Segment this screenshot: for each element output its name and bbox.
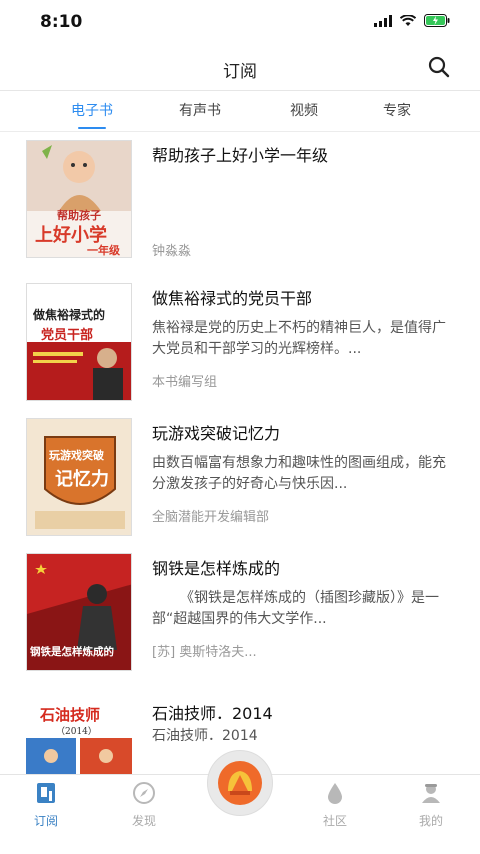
book-reader-icon xyxy=(37,783,55,803)
book-title: 做焦裕禄式的党员干部 xyxy=(152,289,313,308)
book-title: 石油技师．2014 xyxy=(152,704,273,723)
child-illustration xyxy=(27,141,131,211)
book-cover[interactable]: 帮助孩子 上好小学 一年级 xyxy=(26,140,132,258)
tab-ebook[interactable]: 电子书 xyxy=(52,100,132,129)
tab-label: 视频 xyxy=(290,103,318,119)
person-icon xyxy=(422,784,440,803)
tabbar-mine[interactable]: 我的 xyxy=(401,781,461,829)
book-desc: 由数百幅富有想象力和趣味性的图画组成，能充分激发孩子的好奇心与快乐因... xyxy=(152,455,446,492)
book-cover[interactable]: 石油技师 （2014） xyxy=(26,696,132,774)
tabbar-discover[interactable]: 发现 xyxy=(114,781,174,829)
cover-text: 玩游戏突破 xyxy=(49,449,104,462)
tab-label: 有声书 xyxy=(179,103,221,119)
cover-text: （2014） xyxy=(56,727,97,737)
book-desc: 《钢铁是怎样炼成的（插图珍藏版）》是一部“超越国界的伟大文学作... xyxy=(152,590,439,627)
signal-icon xyxy=(374,14,392,27)
cover-text: 做焦裕禄式的 xyxy=(33,308,106,322)
book-desc: 石油技师．2014 xyxy=(152,728,258,744)
tab-indicator xyxy=(78,127,106,129)
nav-bar: 订阅 xyxy=(0,44,480,91)
portrait-illustration xyxy=(27,342,131,400)
battery-icon xyxy=(424,14,450,27)
tabbar-label: 社区 xyxy=(322,814,347,828)
search-button[interactable] xyxy=(428,56,450,82)
book-cover[interactable]: 玩游戏突破 记忆力 xyxy=(26,418,132,536)
drop-icon xyxy=(328,783,342,804)
book-title: 钢铁是怎样炼成的 xyxy=(152,559,281,578)
book-cover[interactable]: 钢铁是怎样炼成的 xyxy=(26,553,132,671)
cover-text: 记忆力 xyxy=(55,469,109,490)
list-item[interactable]: 帮助孩子 上好小学 一年级 帮助孩子上好小学一年级 钟淼淼 xyxy=(0,132,480,267)
book-author: [苏] 奥斯特洛夫... xyxy=(152,645,257,660)
tab-bar: 电子书 有声书 视频 专家 xyxy=(0,91,480,132)
tab-label: 专家 xyxy=(383,103,411,119)
cover-text: 一年级 xyxy=(87,244,120,257)
tabbar-label: 发现 xyxy=(131,814,156,828)
book-title: 玩游戏突破记忆力 xyxy=(152,424,281,443)
tab-video[interactable]: 视频 xyxy=(264,100,344,120)
compass-icon xyxy=(133,782,155,804)
tabbar-label: 我的 xyxy=(418,814,443,828)
photo-collage xyxy=(26,738,132,774)
book-author: 全脑潜能开发编辑部 xyxy=(152,510,270,525)
status-icons xyxy=(374,14,450,27)
cover-text: 石油技师 xyxy=(40,706,101,724)
book-cover[interactable]: 做焦裕禄式的 党员干部 xyxy=(26,283,132,401)
book-author: 钟淼淼 xyxy=(152,244,192,259)
cover-text: 钢铁是怎样炼成的 xyxy=(30,646,114,658)
tab-expert[interactable]: 专家 xyxy=(357,100,437,120)
list-item[interactable]: 钢铁是怎样炼成的 钢铁是怎样炼成的 《钢铁是怎样炼成的（插图珍藏版）》是一部“超… xyxy=(0,545,480,680)
book-desc: 焦裕禄是党的历史上不朽的精神巨人，是值得广大党员和干部学习的光辉榜样。... xyxy=(152,320,446,357)
list-item[interactable]: 做焦裕禄式的 党员干部 做焦裕禄式的党员干部 焦裕禄是党的历史上不朽的精神巨人，… xyxy=(0,275,480,410)
tab-audiobook[interactable]: 有声书 xyxy=(160,100,240,120)
book-title: 帮助孩子上好小学一年级 xyxy=(152,146,329,165)
cover-text: 党员干部 xyxy=(41,328,94,343)
page-title: 订阅 xyxy=(223,62,257,82)
wifi-icon xyxy=(400,14,416,26)
shell-logo-icon xyxy=(218,761,262,805)
tabbar-community[interactable]: 社区 xyxy=(305,781,365,829)
status-bar: 8:10 xyxy=(0,0,480,44)
tabbar-label: 订阅 xyxy=(33,814,58,828)
list-item[interactable]: 玩游戏突破 记忆力 玩游戏突破记忆力 由数百幅富有想象力和趣味性的图画组成，能充… xyxy=(0,410,480,545)
tab-label: 电子书 xyxy=(71,103,113,119)
tabbar-subscribe[interactable]: 订阅 xyxy=(16,781,76,829)
center-home-button[interactable] xyxy=(207,750,273,816)
status-time: 8:10 xyxy=(40,12,83,32)
search-icon xyxy=(428,56,450,78)
book-author: 本书编写组 xyxy=(152,375,218,390)
